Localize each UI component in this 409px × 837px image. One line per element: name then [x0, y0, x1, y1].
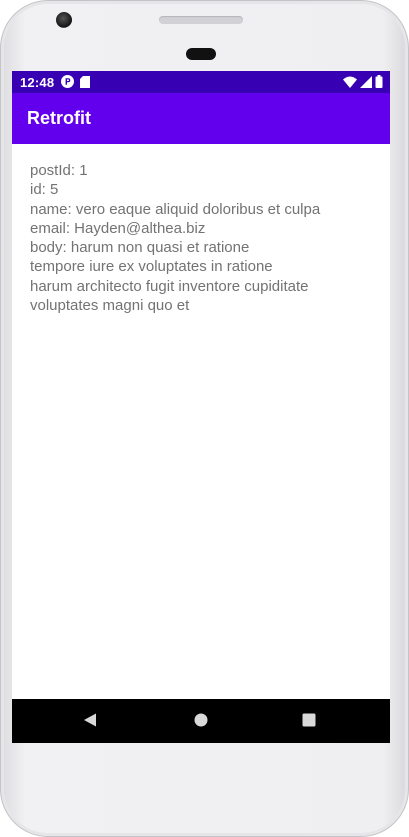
- phone-frame: 12:48 Retrofit postId: 1 id: 5 name: ver…: [0, 0, 409, 837]
- app-title: Retrofit: [27, 108, 91, 128]
- home-icon: [194, 712, 208, 731]
- id-text: id: 5: [30, 181, 59, 199]
- name-text: name: vero eaque aliquid doloribus et cu…: [30, 200, 321, 218]
- recents-button[interactable]: [300, 712, 318, 730]
- speaker-grille: [159, 16, 243, 24]
- post-id-text: postId: 1: [30, 162, 88, 179]
- body-text-line: tempore iure ex voluptates in ratione: [30, 258, 273, 276]
- screen: 12:48 Retrofit postId: 1 id: 5 name: ver…: [12, 71, 390, 743]
- signal-icon: [360, 75, 372, 91]
- email-text: email: Hayden@althea.biz: [30, 219, 206, 237]
- back-icon: [83, 712, 97, 731]
- body-text-line: body: harum non quasi et ratione: [30, 239, 250, 257]
- notification-p-icon: [61, 75, 74, 91]
- front-camera: [56, 12, 72, 28]
- status-notification-icons: [61, 75, 90, 91]
- status-system-icons: [343, 75, 383, 91]
- back-button[interactable]: [81, 712, 99, 730]
- recents-icon: [302, 712, 316, 731]
- home-button[interactable]: [192, 712, 210, 730]
- body-text-line: harum architecto fugit inventore cupidit…: [30, 277, 309, 295]
- app-bar: Retrofit: [12, 93, 390, 144]
- sd-card-icon: [80, 75, 90, 91]
- navigation-bar: [12, 699, 390, 743]
- post-details: postId: 1 id: 5 name: vero eaque aliquid…: [30, 161, 380, 315]
- status-bar: 12:48: [12, 71, 390, 93]
- earpiece: [186, 48, 216, 60]
- battery-icon: [375, 75, 383, 91]
- status-time: 12:48: [20, 75, 55, 90]
- body-text-line: voluptates magni quo et: [30, 297, 190, 315]
- wifi-icon: [343, 76, 357, 91]
